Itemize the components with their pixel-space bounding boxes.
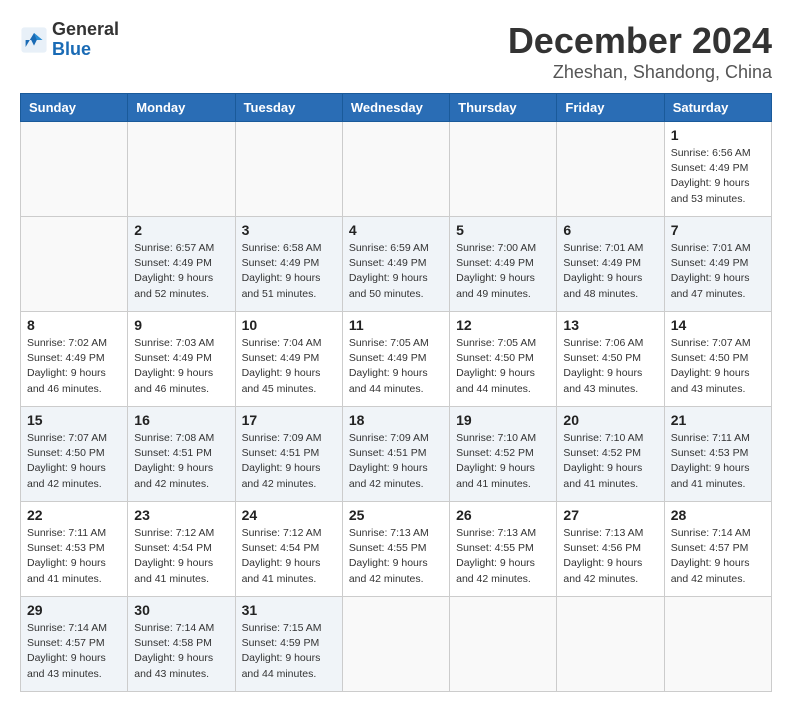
empty-cell <box>450 122 557 217</box>
dow-header-monday: Monday <box>128 94 235 122</box>
empty-cell <box>21 217 128 312</box>
dow-header-thursday: Thursday <box>450 94 557 122</box>
dow-header-friday: Friday <box>557 94 664 122</box>
calendar-table: SundayMondayTuesdayWednesdayThursdayFrid… <box>20 93 772 692</box>
calendar-day-26: 26Sunrise: 7:13 AMSunset: 4:55 PMDayligh… <box>450 502 557 597</box>
calendar-day-18: 18Sunrise: 7:09 AMSunset: 4:51 PMDayligh… <box>342 407 449 502</box>
calendar-day-22: 22Sunrise: 7:11 AMSunset: 4:53 PMDayligh… <box>21 502 128 597</box>
empty-cell <box>664 597 771 692</box>
calendar-day-4: 4Sunrise: 6:59 AMSunset: 4:49 PMDaylight… <box>342 217 449 312</box>
calendar-day-31: 31Sunrise: 7:15 AMSunset: 4:59 PMDayligh… <box>235 597 342 692</box>
calendar-week-4: 15Sunrise: 7:07 AMSunset: 4:50 PMDayligh… <box>21 407 772 502</box>
subtitle: Zheshan, Shandong, China <box>508 62 772 83</box>
empty-cell <box>21 122 128 217</box>
calendar-day-30: 30Sunrise: 7:14 AMSunset: 4:58 PMDayligh… <box>128 597 235 692</box>
dow-header-saturday: Saturday <box>664 94 771 122</box>
logo-icon <box>20 26 48 54</box>
calendar-day-11: 11Sunrise: 7:05 AMSunset: 4:49 PMDayligh… <box>342 312 449 407</box>
logo: General Blue <box>20 20 119 60</box>
empty-cell <box>557 597 664 692</box>
empty-cell <box>557 122 664 217</box>
calendar-day-13: 13Sunrise: 7:06 AMSunset: 4:50 PMDayligh… <box>557 312 664 407</box>
main-title: December 2024 <box>508 20 772 62</box>
logo-text-blue: Blue <box>52 40 119 60</box>
calendar-day-5: 5Sunrise: 7:00 AMSunset: 4:49 PMDaylight… <box>450 217 557 312</box>
calendar-day-17: 17Sunrise: 7:09 AMSunset: 4:51 PMDayligh… <box>235 407 342 502</box>
calendar-day-29: 29Sunrise: 7:14 AMSunset: 4:57 PMDayligh… <box>21 597 128 692</box>
empty-cell <box>235 122 342 217</box>
logo-text-general: General <box>52 20 119 40</box>
calendar-day-14: 14Sunrise: 7:07 AMSunset: 4:50 PMDayligh… <box>664 312 771 407</box>
calendar-day-10: 10Sunrise: 7:04 AMSunset: 4:49 PMDayligh… <box>235 312 342 407</box>
calendar-day-16: 16Sunrise: 7:08 AMSunset: 4:51 PMDayligh… <box>128 407 235 502</box>
calendar-day-21: 21Sunrise: 7:11 AMSunset: 4:53 PMDayligh… <box>664 407 771 502</box>
calendar-day-28: 28Sunrise: 7:14 AMSunset: 4:57 PMDayligh… <box>664 502 771 597</box>
page-header: General Blue December 2024 Zheshan, Shan… <box>20 20 772 83</box>
dow-header-sunday: Sunday <box>21 94 128 122</box>
calendar-day-25: 25Sunrise: 7:13 AMSunset: 4:55 PMDayligh… <box>342 502 449 597</box>
dow-header-wednesday: Wednesday <box>342 94 449 122</box>
calendar-day-8: 8Sunrise: 7:02 AMSunset: 4:49 PMDaylight… <box>21 312 128 407</box>
calendar-day-20: 20Sunrise: 7:10 AMSunset: 4:52 PMDayligh… <box>557 407 664 502</box>
calendar-day-15: 15Sunrise: 7:07 AMSunset: 4:50 PMDayligh… <box>21 407 128 502</box>
calendar-day-2: 2Sunrise: 6:57 AMSunset: 4:49 PMDaylight… <box>128 217 235 312</box>
empty-cell <box>450 597 557 692</box>
empty-cell <box>128 122 235 217</box>
title-block: December 2024 Zheshan, Shandong, China <box>508 20 772 83</box>
calendar-day-6: 6Sunrise: 7:01 AMSunset: 4:49 PMDaylight… <box>557 217 664 312</box>
empty-cell <box>342 122 449 217</box>
dow-header-tuesday: Tuesday <box>235 94 342 122</box>
calendar-week-2: 2Sunrise: 6:57 AMSunset: 4:49 PMDaylight… <box>21 217 772 312</box>
calendar-day-1: 1Sunrise: 6:56 AMSunset: 4:49 PMDaylight… <box>664 122 771 217</box>
calendar-day-12: 12Sunrise: 7:05 AMSunset: 4:50 PMDayligh… <box>450 312 557 407</box>
day-of-week-header-row: SundayMondayTuesdayWednesdayThursdayFrid… <box>21 94 772 122</box>
calendar-body: 1Sunrise: 6:56 AMSunset: 4:49 PMDaylight… <box>21 122 772 692</box>
calendar-day-19: 19Sunrise: 7:10 AMSunset: 4:52 PMDayligh… <box>450 407 557 502</box>
calendar-day-23: 23Sunrise: 7:12 AMSunset: 4:54 PMDayligh… <box>128 502 235 597</box>
calendar-week-5: 22Sunrise: 7:11 AMSunset: 4:53 PMDayligh… <box>21 502 772 597</box>
calendar-day-3: 3Sunrise: 6:58 AMSunset: 4:49 PMDaylight… <box>235 217 342 312</box>
calendar-day-9: 9Sunrise: 7:03 AMSunset: 4:49 PMDaylight… <box>128 312 235 407</box>
calendar-week-6: 29Sunrise: 7:14 AMSunset: 4:57 PMDayligh… <box>21 597 772 692</box>
empty-cell <box>342 597 449 692</box>
calendar-week-1: 1Sunrise: 6:56 AMSunset: 4:49 PMDaylight… <box>21 122 772 217</box>
calendar-day-27: 27Sunrise: 7:13 AMSunset: 4:56 PMDayligh… <box>557 502 664 597</box>
calendar-day-7: 7Sunrise: 7:01 AMSunset: 4:49 PMDaylight… <box>664 217 771 312</box>
calendar-day-24: 24Sunrise: 7:12 AMSunset: 4:54 PMDayligh… <box>235 502 342 597</box>
calendar-week-3: 8Sunrise: 7:02 AMSunset: 4:49 PMDaylight… <box>21 312 772 407</box>
